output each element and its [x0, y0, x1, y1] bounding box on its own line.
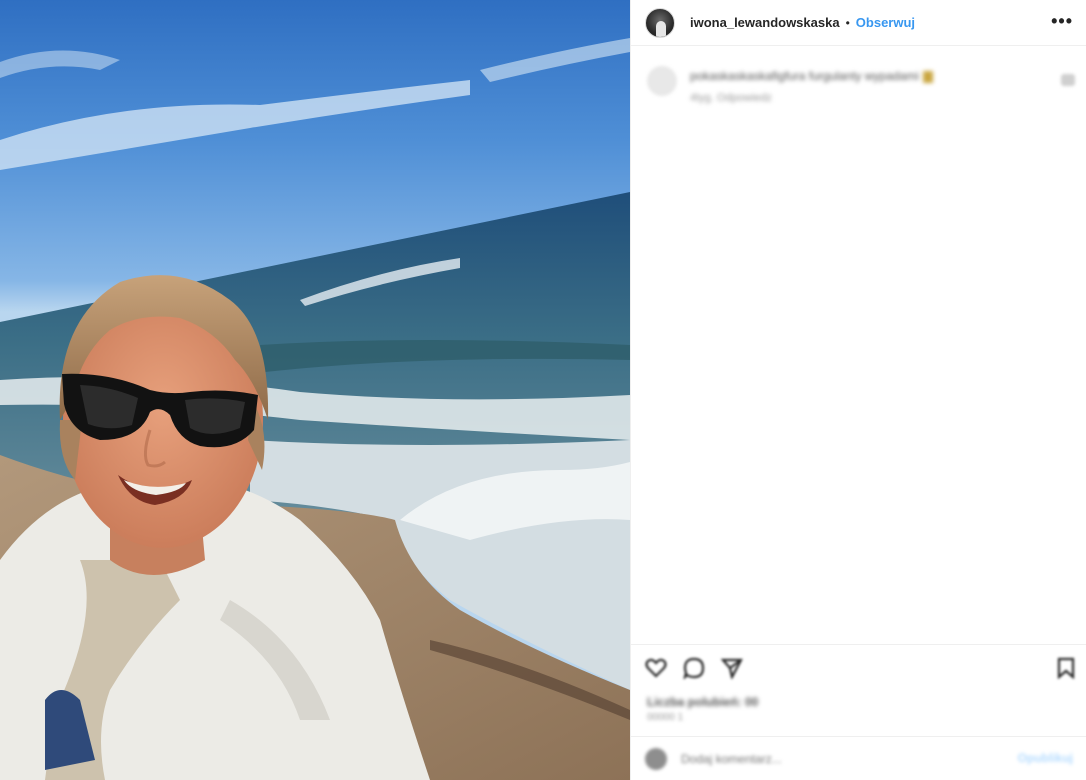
post-date: 00000 1 [647, 712, 684, 723]
separator-dot: • [845, 15, 850, 30]
caption-avatar[interactable] [647, 66, 677, 96]
comment-icon[interactable] [683, 657, 705, 679]
action-bar [631, 644, 1086, 690]
caption-meta: 4tyg. Odpowiedz [690, 92, 772, 104]
user-avatar[interactable] [645, 7, 675, 38]
caption-text-content: pokaskaskaskafigfura furgulanty wypadami [690, 69, 919, 83]
username-link[interactable]: iwona_lewandowskaska [690, 15, 840, 30]
heart-icon[interactable] [645, 657, 667, 679]
more-options-icon[interactable]: ••• [1051, 9, 1073, 33]
follow-button[interactable]: Obserwuj [856, 15, 915, 30]
share-icon[interactable] [721, 657, 743, 679]
bookmark-icon[interactable] [1055, 657, 1077, 679]
emoji-icon[interactable] [645, 748, 667, 770]
caption-comment: pokaskaskaskafigfura furgulanty wypadami… [645, 64, 1075, 114]
beach-selfie-image [0, 38, 630, 780]
caption-text: pokaskaskaskafigfura furgulanty wypadami [690, 69, 933, 83]
add-comment-bar: Opublikuj [631, 736, 1086, 780]
small-heart-icon[interactable] [1061, 74, 1075, 86]
caption-emoji-icon [922, 70, 933, 83]
comment-input[interactable] [681, 749, 981, 769]
publish-button[interactable]: Opublikuj [1018, 751, 1073, 765]
post-side-panel: iwona_lewandowskaska • Obserwuj ••• poka… [630, 0, 1086, 780]
post-photo[interactable] [0, 0, 630, 780]
post-header: iwona_lewandowskaska • Obserwuj ••• [631, 0, 1086, 46]
likes-count[interactable]: Liczba polubień: 00 [647, 695, 758, 709]
